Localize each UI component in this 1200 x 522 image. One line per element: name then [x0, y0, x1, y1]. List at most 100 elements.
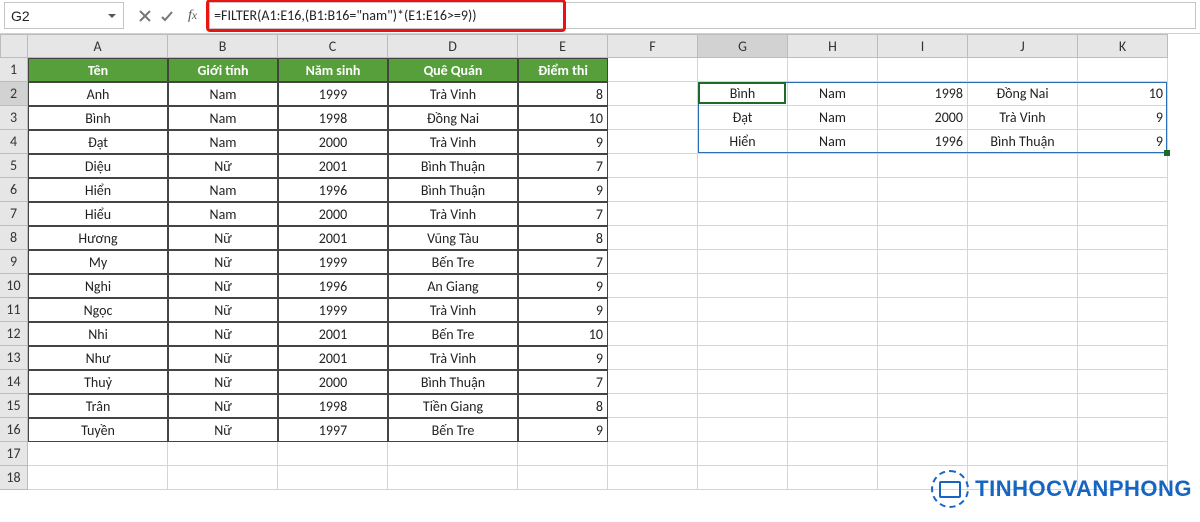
cell-G6[interactable]: [698, 178, 788, 202]
cell-A13[interactable]: Như: [28, 346, 168, 370]
cell-B17[interactable]: [168, 442, 278, 466]
cell-K11[interactable]: [1078, 298, 1168, 322]
cell-H18[interactable]: [788, 466, 878, 490]
cell-C6[interactable]: 1996: [278, 178, 388, 202]
cell-G5[interactable]: [698, 154, 788, 178]
cell-G17[interactable]: [698, 442, 788, 466]
cell-I16[interactable]: [878, 418, 968, 442]
cell-J9[interactable]: [968, 250, 1078, 274]
row-header-8[interactable]: 8: [0, 226, 28, 250]
cell-K7[interactable]: [1078, 202, 1168, 226]
cell-D7[interactable]: Trà Vinh: [388, 202, 518, 226]
cell-D9[interactable]: Bến Tre: [388, 250, 518, 274]
cell-C7[interactable]: 2000: [278, 202, 388, 226]
cell-K10[interactable]: [1078, 274, 1168, 298]
cell-J18[interactable]: [968, 466, 1078, 490]
col-header-B[interactable]: B: [168, 34, 278, 58]
cell-I8[interactable]: [878, 226, 968, 250]
col-header-E[interactable]: E: [518, 34, 608, 58]
cell-I6[interactable]: [878, 178, 968, 202]
cell-E18[interactable]: [518, 466, 608, 490]
cell-I4[interactable]: 1996: [878, 130, 968, 154]
cell-C10[interactable]: 1996: [278, 274, 388, 298]
cell-A3[interactable]: Bình: [28, 106, 168, 130]
cell-K5[interactable]: [1078, 154, 1168, 178]
cell-C3[interactable]: 1998: [278, 106, 388, 130]
row-header-10[interactable]: 10: [0, 274, 28, 298]
cell-K13[interactable]: [1078, 346, 1168, 370]
cell-F16[interactable]: [608, 418, 698, 442]
cell-F3[interactable]: [608, 106, 698, 130]
cell-H2[interactable]: Nam: [788, 82, 878, 106]
cell-E6[interactable]: 9: [518, 178, 608, 202]
cell-C9[interactable]: 1999: [278, 250, 388, 274]
cell-F11[interactable]: [608, 298, 698, 322]
cell-B7[interactable]: Nam: [168, 202, 278, 226]
cell-B14[interactable]: Nữ: [168, 370, 278, 394]
cell-F6[interactable]: [608, 178, 698, 202]
cell-B13[interactable]: Nữ: [168, 346, 278, 370]
cell-K16[interactable]: [1078, 418, 1168, 442]
cell-F9[interactable]: [608, 250, 698, 274]
cell-H6[interactable]: [788, 178, 878, 202]
cell-J8[interactable]: [968, 226, 1078, 250]
fx-icon[interactable]: fx: [188, 8, 197, 24]
cell-A8[interactable]: Hương: [28, 226, 168, 250]
row-header-18[interactable]: 18: [0, 466, 28, 490]
cell-I15[interactable]: [878, 394, 968, 418]
cell-D15[interactable]: Tiền Giang: [388, 394, 518, 418]
cell-A6[interactable]: Hiển: [28, 178, 168, 202]
cell-D8[interactable]: Vũng Tàu: [388, 226, 518, 250]
cell-J17[interactable]: [968, 442, 1078, 466]
col-header-G[interactable]: G: [698, 34, 788, 58]
cell-A9[interactable]: My: [28, 250, 168, 274]
cell-D14[interactable]: Bình Thuận: [388, 370, 518, 394]
cell-F7[interactable]: [608, 202, 698, 226]
cell-G1[interactable]: [698, 58, 788, 82]
cell-J15[interactable]: [968, 394, 1078, 418]
cell-D13[interactable]: Trà Vinh: [388, 346, 518, 370]
cell-F14[interactable]: [608, 370, 698, 394]
cell-B4[interactable]: Nam: [168, 130, 278, 154]
col-header-H[interactable]: H: [788, 34, 878, 58]
cell-F1[interactable]: [608, 58, 698, 82]
cancel-icon[interactable]: [138, 9, 152, 23]
cell-F18[interactable]: [608, 466, 698, 490]
cell-G3[interactable]: Đạt: [698, 106, 788, 130]
cell-D10[interactable]: An Giang: [388, 274, 518, 298]
row-header-17[interactable]: 17: [0, 442, 28, 466]
cell-D5[interactable]: Bình Thuận: [388, 154, 518, 178]
cell-K3[interactable]: 9: [1078, 106, 1168, 130]
cell-G4[interactable]: Hiển: [698, 130, 788, 154]
cell-A10[interactable]: Nghi: [28, 274, 168, 298]
cell-F15[interactable]: [608, 394, 698, 418]
cell-H16[interactable]: [788, 418, 878, 442]
cell-F10[interactable]: [608, 274, 698, 298]
cell-B10[interactable]: Nữ: [168, 274, 278, 298]
cell-H10[interactable]: [788, 274, 878, 298]
cell-I1[interactable]: [878, 58, 968, 82]
cell-B1[interactable]: Giới tính: [168, 58, 278, 82]
cell-H15[interactable]: [788, 394, 878, 418]
formula-input[interactable]: =FILTER(A1:E16,(B1:B16="nam")*(E1:E16>=9…: [209, 2, 1196, 29]
cell-J13[interactable]: [968, 346, 1078, 370]
cell-G7[interactable]: [698, 202, 788, 226]
cell-I9[interactable]: [878, 250, 968, 274]
cell-G8[interactable]: [698, 226, 788, 250]
cell-D12[interactable]: Bến Tre: [388, 322, 518, 346]
cell-J4[interactable]: Bình Thuận: [968, 130, 1078, 154]
cell-B6[interactable]: Nam: [168, 178, 278, 202]
cell-J16[interactable]: [968, 418, 1078, 442]
cell-D18[interactable]: [388, 466, 518, 490]
cell-H3[interactable]: Nam: [788, 106, 878, 130]
col-header-C[interactable]: C: [278, 34, 388, 58]
cell-E17[interactable]: [518, 442, 608, 466]
cell-B16[interactable]: Nữ: [168, 418, 278, 442]
name-box[interactable]: G2: [4, 2, 124, 29]
cell-E11[interactable]: 9: [518, 298, 608, 322]
cell-J10[interactable]: [968, 274, 1078, 298]
cell-F13[interactable]: [608, 346, 698, 370]
cell-E5[interactable]: 7: [518, 154, 608, 178]
cell-I10[interactable]: [878, 274, 968, 298]
accept-icon[interactable]: [160, 9, 174, 23]
